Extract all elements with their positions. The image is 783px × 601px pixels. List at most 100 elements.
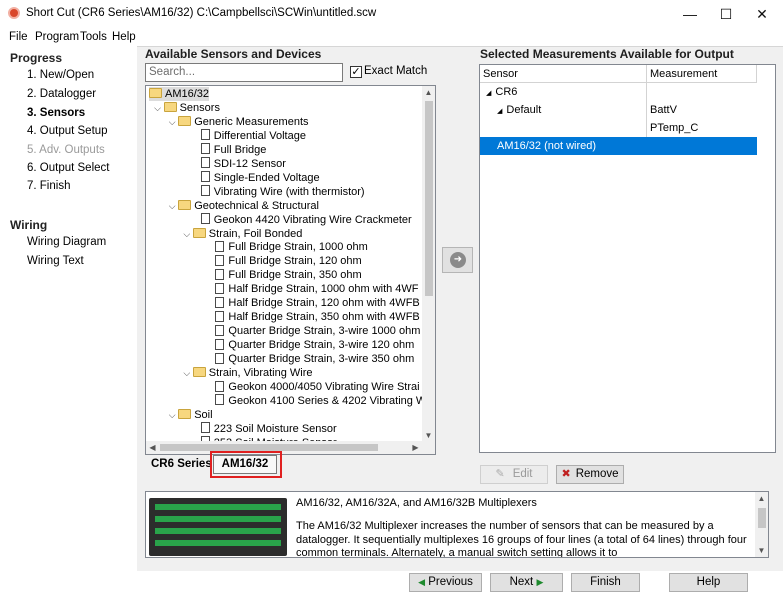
folder-icon: [192, 227, 206, 238]
exact-match-checkbox[interactable]: ✓: [350, 66, 362, 78]
help-button[interactable]: Help: [669, 573, 748, 592]
arrow-right-small-icon: ▶: [536, 577, 544, 587]
tree-horizontal-scrollbar[interactable]: ◀ ▶: [146, 441, 435, 454]
tree-item[interactable]: Full Bridge: [200, 143, 266, 157]
desc-scroll-up-icon[interactable]: ▲: [755, 492, 768, 505]
tree-item[interactable]: Quarter Bridge Strain, 3-wire 120 ohm: [215, 338, 414, 352]
device-description-panel: AM16/32, AM16/32A, and AM16/32B Multiple…: [145, 491, 769, 558]
tree-item[interactable]: ⌵ Sensors: [154, 101, 220, 115]
close-button[interactable]: ✕: [739, 0, 783, 28]
description-scrollbar[interactable]: ▲ ▼: [755, 492, 768, 557]
sensor-tree[interactable]: AM16/32 ⌵ Sensors ⌵ Generic Measurements Diff…: [145, 85, 436, 455]
search-input[interactable]: Search...: [145, 63, 343, 82]
doc-icon: [215, 324, 225, 336]
tree-item[interactable]: Geokon 4420 Vibrating Wire Crackmeter: [200, 213, 412, 227]
step-sensors[interactable]: 3. Sensors: [27, 107, 85, 119]
expand-toggle-icon[interactable]: ◢: [497, 108, 502, 115]
table-row[interactable]: AM16/32 (not wired): [480, 137, 757, 155]
col-header-measurement[interactable]: Measurement: [647, 65, 757, 83]
tree-item[interactable]: Full Bridge Strain, 350 ohm: [215, 268, 362, 282]
wiring-heading: Wiring: [10, 218, 48, 232]
tree-item[interactable]: 223 Soil Moisture Sensor: [200, 422, 337, 436]
tree-item[interactable]: Differential Voltage: [200, 129, 306, 143]
previous-button[interactable]: ◀ Previous: [409, 573, 482, 592]
window-title: Short Cut (CR6 Series\AM16/32) C:\Campbe…: [26, 7, 377, 19]
tree-item[interactable]: SDI-12 Sensor: [200, 157, 286, 171]
tree-vertical-scrollbar[interactable]: ▲ ▼: [422, 86, 435, 442]
desc-scroll-down-icon[interactable]: ▼: [755, 544, 768, 557]
edit-button-label: Edit: [512, 468, 533, 480]
tree-item[interactable]: Vibrating Wire (with thermistor): [200, 185, 365, 199]
step-output-setup[interactable]: 4. Output Setup: [27, 125, 108, 137]
title-bar: Short Cut (CR6 Series\AM16/32) C:\Campbe…: [0, 0, 783, 28]
tree-item[interactable]: Single-Ended Voltage: [200, 171, 320, 185]
tree-item[interactable]: ⌵ Geotechnical & Structural: [169, 199, 319, 213]
tree-item-label: Vibrating Wire (with thermistor): [213, 185, 365, 198]
tree-item[interactable]: Quarter Bridge Strain, 3-wire 350 ohm: [215, 352, 414, 366]
remove-icon: ✖: [561, 468, 571, 480]
sensor-cell: ◢ Default: [494, 101, 654, 119]
tree-item[interactable]: Half Bridge Strain, 1000 ohm with 4WF: [215, 282, 419, 296]
chevron-down-icon[interactable]: ⌵: [182, 366, 192, 380]
expand-toggle-icon[interactable]: ◢: [486, 90, 491, 97]
tree-item[interactable]: Geokon 4000/4050 Vibrating Wire Strai: [215, 380, 420, 394]
tree-item[interactable]: ⌵ Generic Measurements: [169, 115, 309, 129]
doc-icon: [215, 338, 225, 350]
sensor-cell: [505, 119, 665, 137]
tree-item-label: Half Bridge Strain, 120 ohm with 4WFB: [228, 297, 420, 310]
chevron-down-icon[interactable]: ⌵: [167, 115, 177, 129]
tree-item[interactable]: Geokon 4100 Series & 4202 Vibrating W: [215, 394, 426, 408]
tree-item[interactable]: Full Bridge Strain, 120 ohm: [215, 254, 362, 268]
folder-icon: [149, 88, 162, 99]
chevron-down-icon[interactable]: ⌵: [167, 408, 177, 422]
tree-item[interactable]: AM16/32: [149, 87, 210, 101]
wiring-text-link[interactable]: Wiring Text: [27, 255, 84, 267]
tree-item-label: Quarter Bridge Strain, 3-wire 120 ohm: [228, 339, 415, 352]
tree-item[interactable]: Half Bridge Strain, 120 ohm with 4WFB: [215, 296, 420, 310]
hscroll-thumb[interactable]: [160, 444, 378, 451]
tree-item-label: Sensors: [179, 101, 220, 114]
menu-help[interactable]: Help: [112, 28, 136, 46]
menu-tools[interactable]: Tools: [80, 28, 107, 46]
tree-item[interactable]: ⌵ Strain, Foil Bonded: [183, 227, 302, 241]
menu-file[interactable]: File: [9, 28, 28, 46]
remove-button-label: Remove: [575, 468, 619, 480]
previous-label: Previous: [428, 576, 473, 588]
measurement-cell: BattV: [650, 104, 677, 116]
add-to-output-button[interactable]: ➜: [442, 247, 473, 273]
tree-item[interactable]: Full Bridge Strain, 1000 ohm: [215, 240, 368, 254]
measurements-grid[interactable]: Sensor Measurement ◢ CR6 ◢ Default BattV PTem…: [479, 64, 776, 453]
doc-icon: [200, 185, 210, 197]
tree-item-label: Single-Ended Voltage: [213, 171, 320, 184]
next-button[interactable]: Next ▶: [490, 573, 563, 592]
scroll-up-icon[interactable]: ▲: [422, 86, 435, 99]
step-new-open[interactable]: 1. New/Open: [27, 69, 94, 81]
step-finish[interactable]: 7. Finish: [27, 180, 70, 192]
scroll-right-icon[interactable]: ▶: [409, 441, 422, 454]
chevron-down-icon[interactable]: ⌵: [167, 199, 177, 213]
menu-program[interactable]: Program: [35, 28, 79, 46]
step-output-select[interactable]: 6. Output Select: [27, 162, 109, 174]
chevron-down-icon[interactable]: ⌵: [153, 101, 163, 115]
step-datalogger[interactable]: 2. Datalogger: [27, 88, 96, 100]
sensor-cell-text: AM16/32 (not wired): [497, 140, 597, 152]
tree-item[interactable]: ⌵ Soil: [169, 408, 213, 422]
tree-item[interactable]: ⌵ Strain, Vibrating Wire: [183, 366, 312, 380]
doc-icon: [200, 157, 210, 169]
scroll-thumb[interactable]: [425, 101, 433, 296]
scroll-left-icon[interactable]: ◀: [146, 441, 159, 454]
available-sensors-title: Available Sensors and Devices: [145, 47, 322, 61]
wiring-diagram-link[interactable]: Wiring Diagram: [27, 236, 106, 248]
table-row[interactable]: PTemp_C: [480, 119, 757, 137]
remove-button[interactable]: ✖ Remove: [556, 465, 624, 484]
tree-item-label: AM16/32: [165, 88, 210, 100]
finish-button[interactable]: Finish: [571, 573, 640, 592]
chevron-down-icon[interactable]: ⌵: [182, 227, 192, 241]
tree-item[interactable]: Half Bridge Strain, 350 ohm with 4WFB: [215, 310, 420, 324]
col-header-sensor[interactable]: Sensor: [480, 65, 647, 83]
table-row[interactable]: ◢ CR6: [480, 83, 757, 101]
doc-icon: [215, 241, 225, 253]
tree-item[interactable]: Quarter Bridge Strain, 3-wire 1000 ohm: [215, 324, 420, 338]
table-row[interactable]: ◢ Default BattV: [480, 101, 757, 119]
desc-scroll-thumb[interactable]: [758, 508, 766, 528]
